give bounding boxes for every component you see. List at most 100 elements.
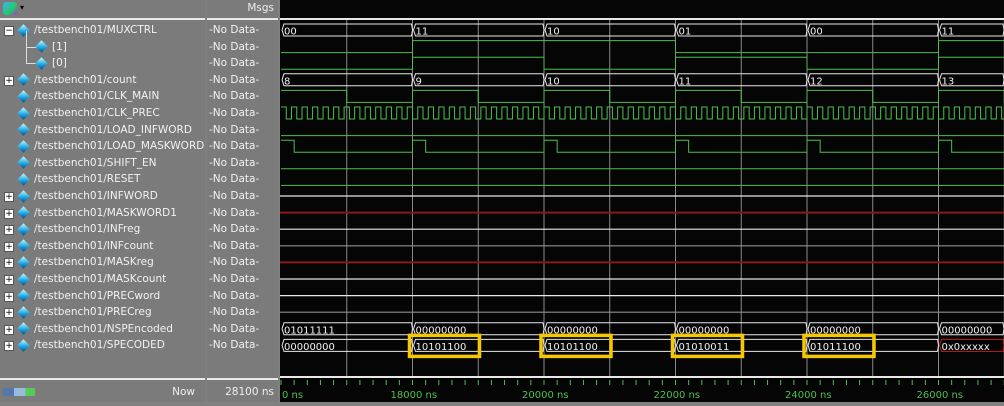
bus-value: 00000000 [942, 325, 993, 336]
signal-diamond-icon [17, 173, 29, 185]
signal-diamond-icon [17, 206, 29, 218]
signal-row[interactable]: [1] [36, 39, 67, 55]
signal-row[interactable]: /testbench01/SHIFT_EN [18, 155, 156, 171]
dropdown-arrow-icon[interactable]: ▾ [20, 3, 24, 12]
clock-waveform [281, 107, 1004, 119]
signal-row[interactable]: +/testbench01/count [18, 72, 136, 88]
signal-diamond-icon [17, 273, 29, 285]
timeline-label: 0 ns [282, 390, 303, 401]
bus-value: 01011100 [810, 342, 861, 353]
bus-value: 11 [416, 27, 429, 38]
signal-diamond-icon [17, 323, 29, 335]
signal-name: /testbench01/CLK_PREC [34, 107, 160, 119]
bit-waveform [281, 41, 1004, 53]
signal-name: /testbench01/SPECODED [34, 339, 165, 351]
bus-value: 12 [810, 76, 823, 87]
bus-value: 00 [810, 27, 823, 38]
footer-icons[interactable] [3, 388, 35, 396]
wave-toolbar-icon[interactable] [3, 2, 17, 15]
signal-row[interactable]: +/testbench01/MASKcount [18, 271, 166, 287]
bus-value: 10 [547, 76, 560, 87]
plus-expand-icon[interactable]: + [4, 341, 14, 351]
signal-msg: -No Data- [209, 72, 259, 88]
bus-value: 9 [416, 76, 422, 87]
signal-diamond-icon [17, 140, 29, 152]
waveform-panel[interactable]: 0011100100118910111213010111110000000000… [280, 0, 1004, 402]
signal-msg: -No Data- [209, 55, 259, 71]
plus-expand-icon[interactable]: + [4, 76, 14, 86]
signal-row[interactable]: +/testbench01/SPECODED [18, 337, 165, 353]
signal-diamond-icon [17, 339, 29, 351]
signal-msg: -No Data- [209, 221, 259, 237]
signal-name: /testbench01/RESET [34, 173, 140, 185]
bus-value: 01 [679, 27, 692, 38]
plus-expand-icon[interactable]: + [4, 192, 14, 202]
timeline-label: 18000 ns [391, 390, 438, 401]
signal-name: [0] [52, 57, 67, 69]
signal-msg: -No Data- [209, 254, 259, 270]
signal-name: /testbench01/NSPEncoded [34, 323, 173, 335]
signal-msg: -No Data- [209, 188, 259, 204]
signal-name: /testbench01/SHIFT_EN [34, 157, 156, 169]
signal-name: /testbench01/LOAD_INFWORD [34, 124, 192, 136]
signal-row[interactable]: +/testbench01/INFWORD [18, 188, 158, 204]
signal-row[interactable]: +/testbench01/PRECreg [18, 304, 152, 320]
signal-row[interactable]: +/testbench01/PRECword [18, 288, 160, 304]
signal-msg: -No Data- [209, 337, 259, 353]
signal-name: /testbench01/MASKcount [34, 273, 166, 285]
signal-row[interactable]: +/testbench01/MASKreg [18, 254, 154, 270]
names-header: ▾ [0, 0, 205, 20]
signal-row[interactable]: /testbench01/CLK_MAIN [18, 88, 159, 104]
timeline-label: 20000 ns [522, 390, 569, 401]
signal-row[interactable]: [0] [36, 55, 67, 71]
plus-expand-icon[interactable]: + [4, 308, 14, 318]
plus-expand-icon[interactable]: + [4, 325, 14, 335]
bus-value: 01011111 [284, 325, 335, 336]
plus-expand-icon[interactable]: + [4, 242, 14, 252]
waveform-canvas[interactable]: 0011100100118910111213010111110000000000… [280, 0, 1004, 402]
signal-msg: -No Data- [209, 105, 259, 121]
plus-expand-icon[interactable]: + [4, 292, 14, 302]
bus-value: 10101100 [547, 342, 598, 353]
signal-msg: -No Data- [209, 321, 259, 337]
signal-row[interactable]: +/testbench01/NSPEncoded [18, 321, 173, 337]
msgs-label: Msgs [247, 2, 274, 14]
signal-msg: -No Data- [209, 271, 259, 287]
signal-row[interactable]: /testbench01/CLK_PREC [18, 105, 160, 121]
signal-row[interactable]: /testbench01/RESET [18, 171, 140, 187]
msgs-panel: Msgs -No Data--No Data--No Data--No Data… [207, 0, 278, 402]
bit-waveform [281, 57, 1004, 69]
bus-value: 10101100 [416, 342, 467, 353]
signal-name: /testbench01/LOAD_MASKWORD [34, 140, 204, 152]
minus-expand-icon[interactable]: − [4, 26, 14, 36]
signal-row[interactable]: +/testbench01/INFcount [18, 238, 153, 254]
signal-row[interactable]: −/testbench01/MUXCTRL [18, 22, 157, 38]
plus-expand-icon[interactable]: + [4, 225, 14, 235]
signal-name: /testbench01/INFcount [34, 240, 153, 252]
signal-diamond-icon [35, 57, 47, 69]
signal-name: /testbench01/INFreg [34, 223, 140, 235]
signal-name: /testbench01/PRECword [34, 290, 160, 302]
bus-value: 01010011 [679, 342, 730, 353]
signal-row[interactable]: +/testbench01/INFreg [18, 221, 140, 237]
signal-diamond-icon [17, 190, 29, 202]
signal-name: /testbench01/MUXCTRL [34, 24, 157, 36]
plus-expand-icon[interactable]: + [4, 209, 14, 219]
signal-msg: -No Data- [209, 122, 259, 138]
signal-diamond-icon [17, 223, 29, 235]
signal-diamond-icon [17, 306, 29, 318]
pulse-waveform [281, 140, 1004, 152]
signal-name: /testbench01/CLK_MAIN [34, 90, 159, 102]
plus-expand-icon[interactable]: + [4, 258, 14, 268]
plus-expand-icon[interactable]: + [4, 275, 14, 285]
timeline-label: 26000 ns [917, 390, 964, 401]
now-value: 28100 ns [225, 380, 274, 404]
signal-row[interactable]: /testbench01/LOAD_INFWORD [18, 122, 192, 138]
signal-msg: -No Data- [209, 205, 259, 221]
bus-value: 00 [284, 27, 297, 38]
signal-msg: -No Data- [209, 238, 259, 254]
signal-row[interactable]: +/testbench01/MASKWORD1 [18, 205, 177, 221]
signal-msg: -No Data- [209, 171, 259, 187]
signal-row[interactable]: /testbench01/LOAD_MASKWORD [18, 138, 204, 154]
bus-value: 13 [942, 76, 955, 87]
